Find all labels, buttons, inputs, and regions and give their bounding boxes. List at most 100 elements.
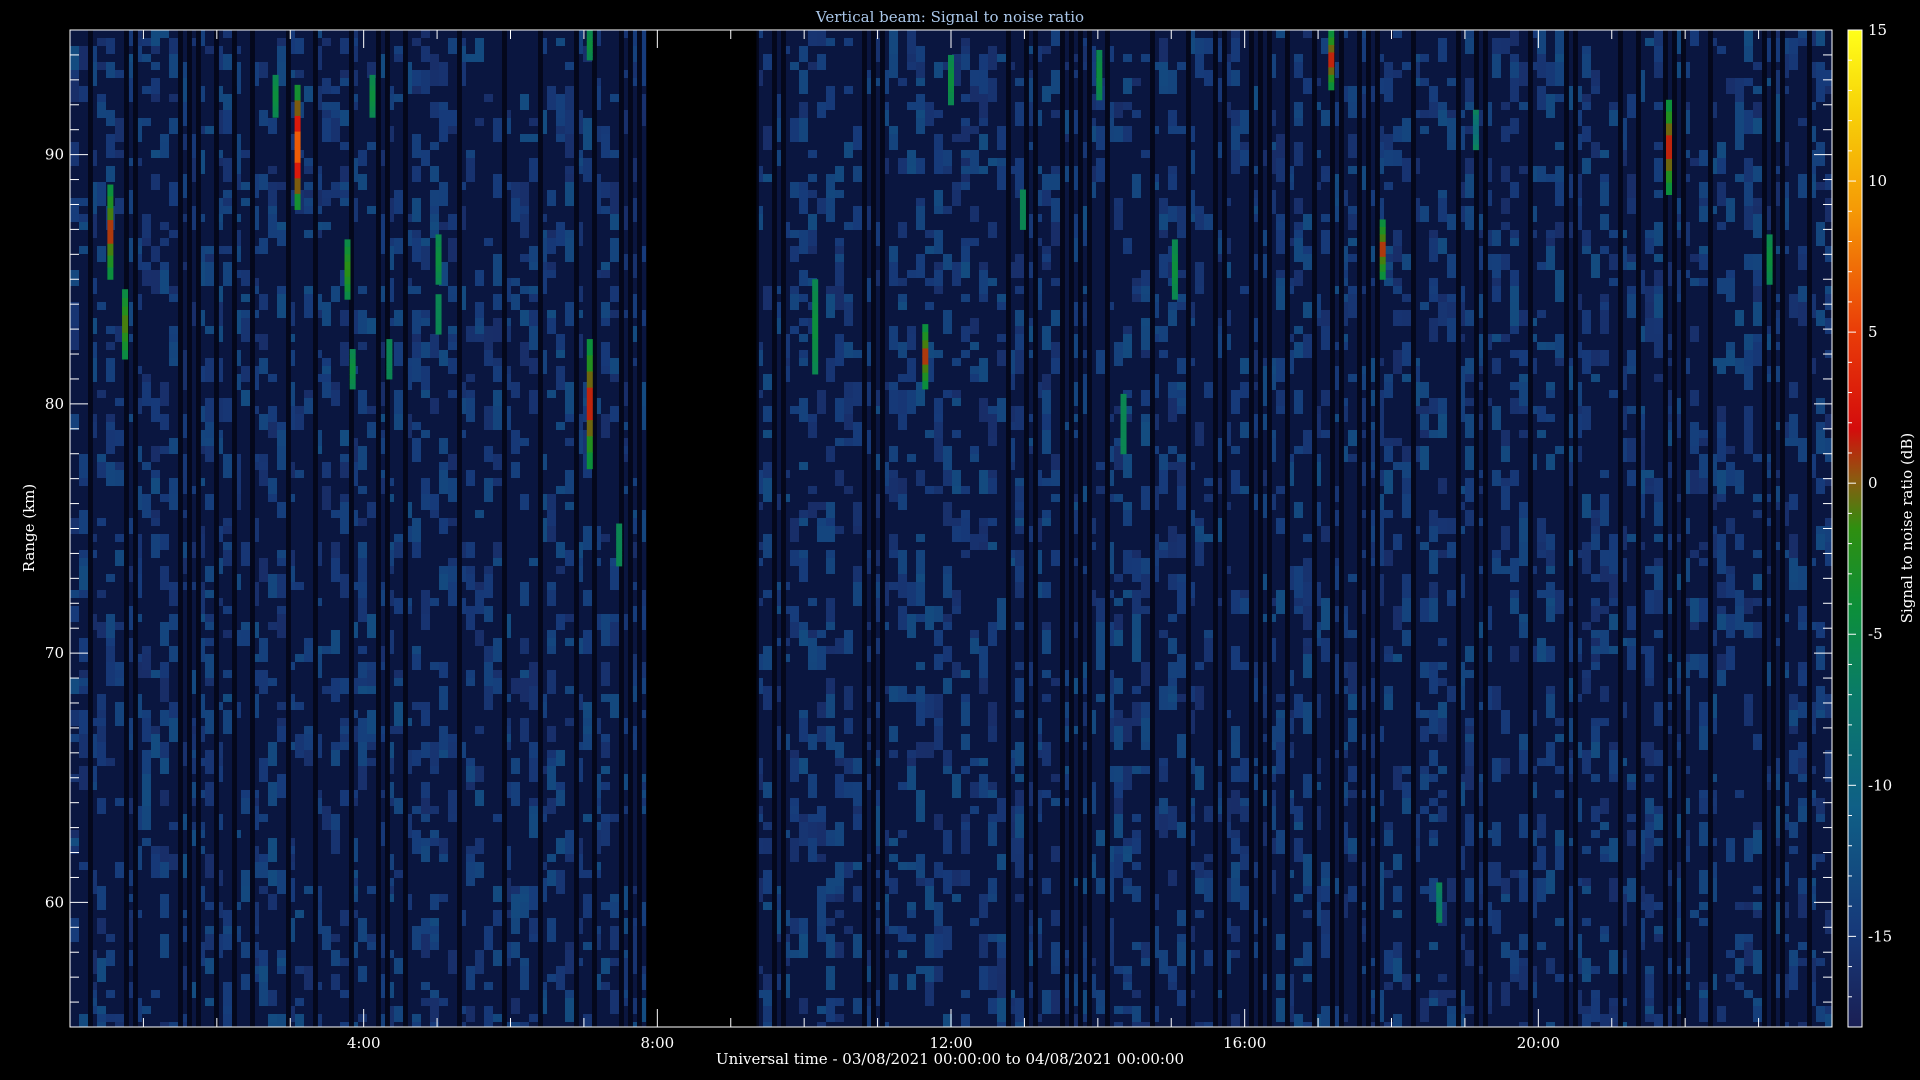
noise-cell — [484, 94, 493, 102]
noise-cell — [205, 750, 214, 774]
noise-cell — [79, 1014, 88, 1027]
noise-cell — [1141, 350, 1150, 358]
echo-segment — [922, 372, 929, 382]
echo-segment — [1171, 246, 1178, 255]
echo-segment — [344, 246, 351, 255]
noise-cell — [884, 486, 889, 494]
noise-stripe — [1357, 30, 1362, 1027]
echo-segment — [1328, 67, 1335, 76]
noise-cell — [943, 502, 952, 526]
noise-cell — [191, 486, 196, 494]
noise-stripe — [376, 30, 381, 1027]
noise-cell — [466, 470, 475, 486]
echo-segment — [1019, 199, 1026, 205]
noise-cell — [137, 254, 142, 270]
noise-cell — [218, 934, 223, 958]
noise-cell — [380, 230, 385, 254]
noise-cell — [1082, 990, 1087, 1014]
noise-cell — [1487, 398, 1492, 406]
noise-cell — [92, 422, 97, 438]
noise-cell — [389, 126, 394, 142]
noise-cell — [259, 854, 268, 862]
noise-cell — [1685, 518, 1690, 534]
noise-cell — [632, 606, 637, 622]
noise-cell — [1289, 470, 1294, 486]
noise-cell — [1361, 926, 1366, 934]
noise-stripe — [1708, 30, 1713, 1027]
noise-cell — [1168, 310, 1177, 326]
noise-cell — [1109, 942, 1114, 966]
noise-cell — [259, 558, 268, 582]
noise-cell — [1393, 70, 1402, 78]
noise-cell — [1321, 110, 1330, 126]
noise-cell — [1825, 294, 1832, 302]
noise-cell — [1753, 510, 1762, 518]
noise-cell — [1627, 814, 1636, 822]
noise-cell — [790, 326, 799, 334]
noise-cell — [1114, 966, 1123, 974]
noise-cell — [641, 406, 646, 430]
noise-cell — [1190, 126, 1195, 142]
noise-cell — [961, 350, 970, 358]
noise-stripe — [1087, 30, 1092, 1027]
noise-cell — [763, 534, 772, 558]
noise-cell — [1811, 30, 1816, 46]
noise-cell — [205, 782, 214, 806]
noise-cell — [1334, 566, 1339, 590]
noise-cell — [1798, 958, 1807, 966]
noise-cell — [1154, 334, 1159, 342]
noise-cell — [1766, 566, 1771, 574]
noise-cell — [304, 294, 313, 318]
noise-cell — [565, 950, 574, 974]
noise-cell — [340, 910, 349, 926]
noise-cell — [1361, 286, 1366, 294]
echo-streak — [272, 74, 279, 118]
noise-cell — [1816, 142, 1825, 166]
noise-cell — [1492, 406, 1501, 430]
noise-cell — [997, 958, 1006, 974]
noise-cell — [1159, 214, 1168, 230]
noise-cell — [1600, 686, 1609, 702]
echo-segment — [1666, 147, 1673, 160]
noise-cell — [799, 998, 808, 1014]
noise-cell — [218, 598, 223, 606]
noise-stripe — [628, 30, 633, 1027]
noise-cell — [1798, 742, 1807, 758]
noise-cell — [466, 854, 475, 862]
echo-segment — [1436, 902, 1443, 908]
noise-cell — [1064, 950, 1069, 958]
noise-cell — [884, 582, 889, 606]
noise-cell — [1217, 782, 1222, 798]
noise-cell — [1816, 398, 1825, 414]
noise-cell — [1775, 38, 1780, 62]
noise-cell — [1294, 822, 1303, 830]
noise-cell — [1042, 326, 1051, 350]
noise-cell — [1753, 454, 1762, 462]
noise-cell — [304, 398, 313, 414]
noise-cell — [218, 246, 223, 254]
noise-cell — [1415, 406, 1420, 414]
noise-cell — [1811, 174, 1816, 182]
noise-cell — [1510, 30, 1519, 46]
noise-cell — [317, 734, 322, 758]
noise-cell — [259, 982, 268, 1006]
noise-cell — [290, 302, 295, 310]
noise-cell — [1204, 950, 1213, 966]
noise-cell — [1640, 646, 1645, 654]
noise-cell — [142, 462, 151, 470]
noise-cell — [394, 318, 403, 326]
noise-cell — [380, 150, 385, 166]
noise-cell — [200, 958, 205, 966]
noise-cell — [70, 46, 79, 70]
noise-cell — [596, 174, 601, 190]
noise-cell — [1010, 382, 1015, 390]
echo-segment — [586, 355, 593, 372]
noise-cell — [817, 806, 826, 822]
noise-cell — [1447, 542, 1456, 558]
noise-cell — [1370, 638, 1375, 662]
noise-cell — [1379, 790, 1384, 806]
noise-cell — [1334, 654, 1339, 670]
noise-cell — [461, 38, 466, 46]
noise-cell — [1577, 550, 1582, 558]
noise-cell — [448, 238, 457, 262]
